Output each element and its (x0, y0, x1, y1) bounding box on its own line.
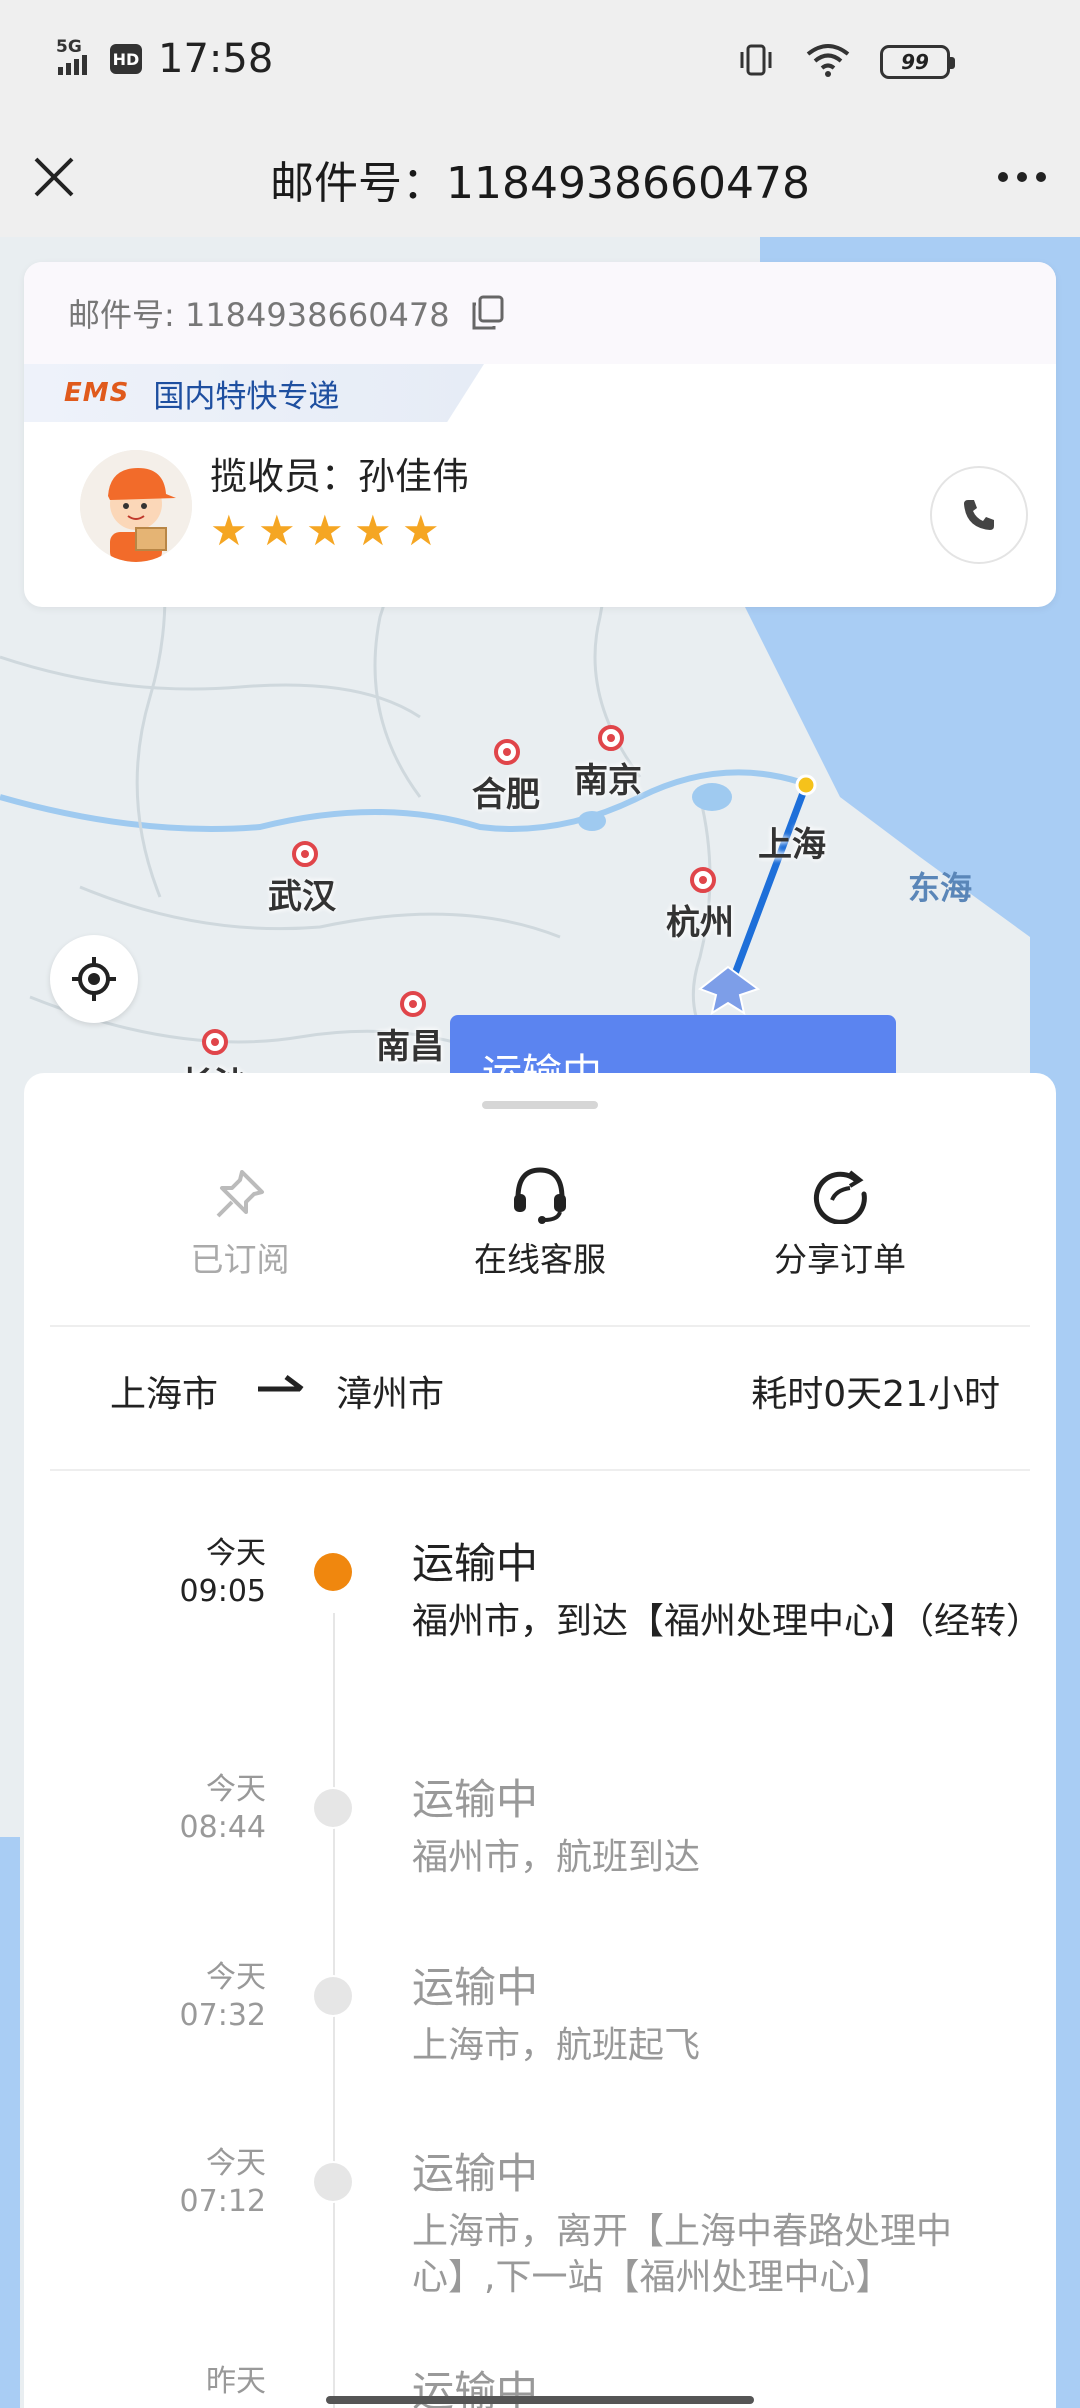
timeline-day: 昨天 (206, 2364, 266, 2399)
divider (50, 1325, 1030, 1327)
route-summary: 上海市 漳州市 耗时0天21小时 (24, 1341, 1056, 1441)
network-type: 5G (56, 37, 82, 57)
route-from: 上海市 (110, 1374, 219, 1415)
clock: 17:58 (158, 36, 274, 82)
divider (50, 1469, 1030, 1471)
origin-marker (795, 774, 817, 796)
more-button[interactable] (992, 151, 1052, 203)
timeline-desc: 上海市，离开【上海中春路处理中心】,下一站【福州处理中心】 (412, 2211, 953, 2298)
timeline-status: 运输中 (412, 1539, 539, 1588)
battery-icon: 99 (880, 45, 955, 79)
courier-name: 揽收员：孙佳伟 (210, 455, 469, 498)
sheet-handle[interactable] (482, 1101, 598, 1109)
timeline-time: 07:32 (179, 1998, 266, 2033)
timeline-dot-inner (314, 1977, 352, 2015)
timeline-desc: 上海市，航班起飞 (412, 2025, 701, 2066)
battery-level: 99 (901, 50, 929, 74)
locate-button[interactable] (50, 935, 138, 1023)
timeline-desc: 福州市，航班到达 (412, 1837, 701, 1878)
online-service-button[interactable]: 在线客服 (440, 1163, 640, 1281)
share-icon (813, 1170, 867, 1224)
wifi-icon (806, 42, 850, 82)
mail-info-card: 邮件号: 1184938660478 EMS 国内特快专递 揽收员：孙佳伟 ★ … (24, 262, 1056, 607)
more-dot (1036, 172, 1046, 182)
courier-row: 揽收员：孙佳伟 ★ ★ ★ ★ ★ (24, 422, 1056, 607)
service-type: 国内特快专递 (153, 378, 340, 415)
city-pin (202, 1029, 228, 1055)
timeline-day: 今天 (206, 1536, 266, 1571)
timeline-time: 09:05 (179, 1574, 266, 1609)
city-label: 南京 (574, 761, 642, 801)
timeline-dot (312, 2161, 354, 2203)
timeline-status: 运输中 (412, 1775, 539, 1824)
star-icon: ★ (258, 506, 296, 555)
timeline-dot-inner (314, 2163, 352, 2201)
hd-icon: HD (110, 44, 142, 74)
headset-icon (514, 1167, 566, 1224)
tracking-sheet: 已订阅 在线客服 分享订单 上海市 漳州市 耗时0天21小时 今天 09:05 … (24, 1073, 1056, 2408)
call-courier-button[interactable] (930, 466, 1028, 564)
mail-number-row: 邮件号: 1184938660478 (24, 262, 1056, 364)
sea-label: 东海 (908, 869, 973, 907)
more-dot (1017, 172, 1027, 182)
rating-stars: ★ ★ ★ ★ ★ (210, 506, 440, 555)
star-icon: ★ (354, 506, 392, 555)
share-order-label: 分享订单 (774, 1240, 906, 1279)
timeline-time: 07:12 (179, 2184, 266, 2219)
timeline-day: 今天 (206, 2146, 266, 2181)
cellular-signal-icon: 5G (56, 39, 100, 79)
arrow-right-icon (258, 1375, 304, 1392)
city-label: 上海 (758, 825, 826, 865)
page-title: 邮件号：1184938660478 (270, 158, 810, 209)
ems-logo: EMS (64, 378, 130, 408)
route-duration: 耗时0天21小时 (751, 1374, 1000, 1415)
timeline-day: 今天 (206, 1960, 266, 1995)
city-label: 武汉 (268, 877, 336, 917)
action-bar: 已订阅 在线客服 分享订单 (24, 1163, 1056, 1283)
timeline-dot-inner (314, 1553, 352, 1591)
timeline-desc: 福州市，到达【福州处理中心】（经转） (412, 1601, 1043, 1642)
timeline-time: 08:44 (179, 1810, 266, 1845)
timeline-day: 今天 (206, 1772, 266, 1807)
city-pin (400, 991, 426, 1017)
city-label: 合肥 (472, 775, 540, 815)
star-icon: ★ (306, 506, 344, 555)
locate-icon (72, 957, 116, 1001)
mail-number: 邮件号: 1184938660478 (68, 296, 450, 334)
city-pin (292, 841, 318, 867)
subscribed-button[interactable]: 已订阅 (140, 1163, 340, 1281)
subscribed-label: 已订阅 (190, 1240, 290, 1279)
star-icon: ★ (402, 506, 440, 555)
timeline-dot (312, 1975, 354, 2017)
online-service-label: 在线客服 (474, 1240, 606, 1279)
service-strip: EMS 国内特快专递 (24, 364, 484, 422)
pin-icon (216, 1170, 264, 1218)
star-icon: ★ (210, 506, 248, 555)
phone-icon (964, 500, 994, 530)
share-order-button[interactable]: 分享订单 (740, 1163, 940, 1281)
vibrate-icon (736, 40, 776, 84)
home-indicator[interactable] (326, 2396, 754, 2404)
timeline-status: 运输中 (412, 2149, 539, 2198)
nav-bar: 邮件号：1184938660478 (0, 125, 1080, 237)
copy-icon[interactable] (470, 295, 506, 331)
timeline-dot-inner (314, 1789, 352, 1827)
city-pin (690, 867, 716, 893)
city-pin (494, 739, 520, 765)
city-label: 杭州 (666, 903, 734, 943)
more-dot (998, 172, 1008, 182)
status-bar: 5G HD 17:58 99 (0, 0, 1080, 125)
courier-avatar (80, 450, 192, 562)
city-pin (598, 725, 624, 751)
city-label: 南昌 (376, 1027, 444, 1067)
route-to: 漳州市 (336, 1374, 445, 1415)
timeline-dot (312, 1551, 354, 1593)
tracking-page: 5G HD 17:58 99 邮件号：1184938660478 合肥 南京 上… (0, 0, 1080, 2408)
timeline-dot (312, 1787, 354, 1829)
timeline-status: 运输中 (412, 1963, 539, 2012)
